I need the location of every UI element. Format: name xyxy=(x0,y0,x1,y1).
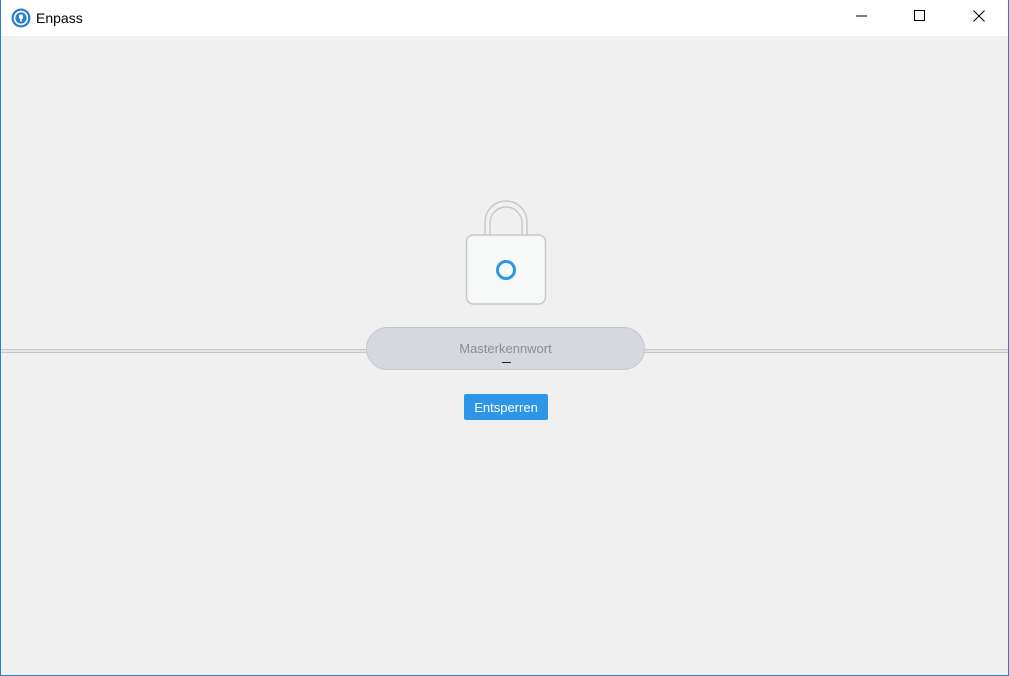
padlock-icon xyxy=(464,198,548,306)
unlock-button[interactable]: Entsperren xyxy=(464,394,548,420)
title-bar[interactable]: Enpass xyxy=(1,0,1008,36)
close-icon xyxy=(973,9,985,27)
enpass-logo-icon xyxy=(11,8,31,28)
window-title: Enpass xyxy=(36,10,83,26)
close-button[interactable] xyxy=(950,0,1008,36)
minimize-button[interactable] xyxy=(833,0,891,36)
minimize-icon xyxy=(856,9,868,27)
enpass-window: Enpass Entsperren xyxy=(0,0,1009,676)
password-field-container xyxy=(366,327,645,370)
text-caret xyxy=(502,362,511,363)
lock-screen: Entsperren xyxy=(1,36,1008,675)
maximize-button[interactable] xyxy=(891,0,949,36)
maximize-icon xyxy=(914,9,926,27)
